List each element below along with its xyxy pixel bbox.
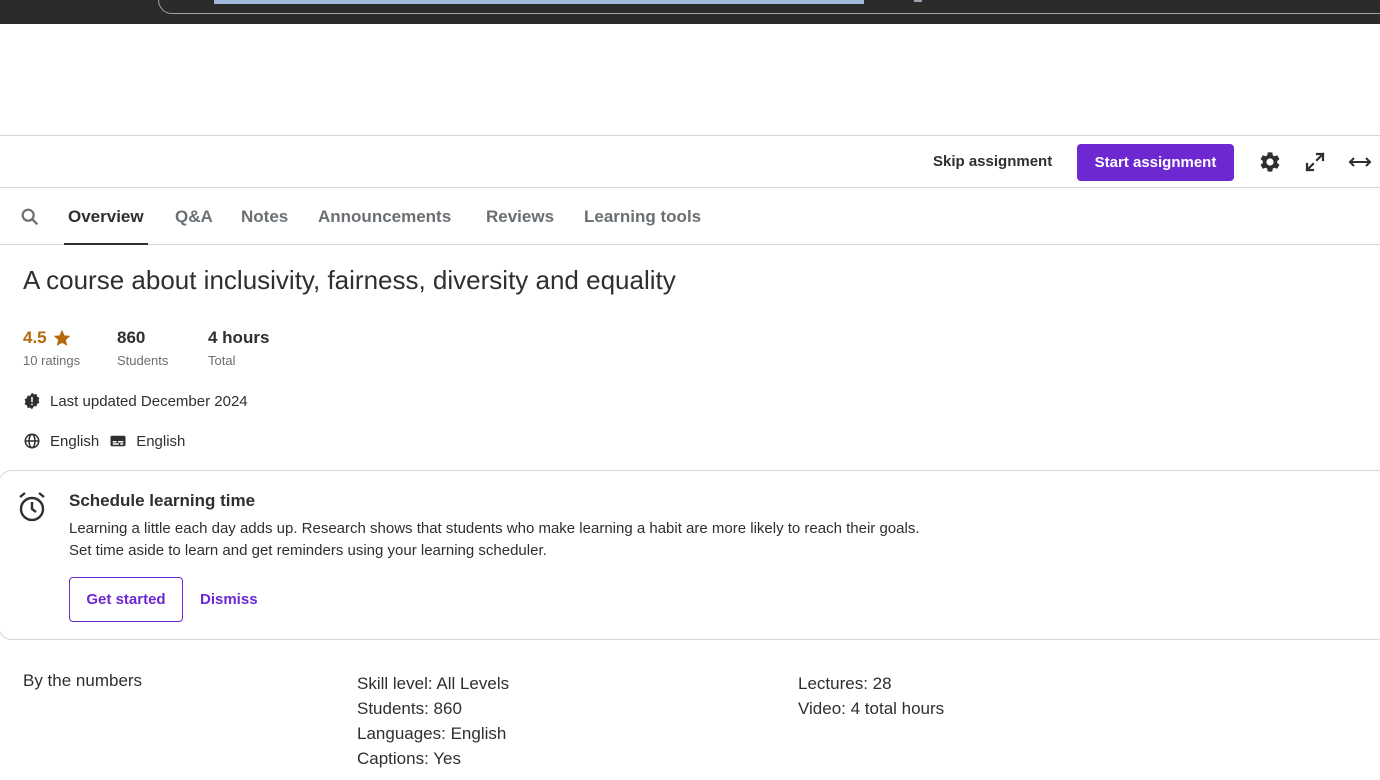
course-title: A course about inclusivity, fairness, di… — [23, 265, 676, 295]
video-item: Video: 4 total hours — [798, 699, 945, 718]
globe-icon — [24, 433, 40, 449]
schedule-learning-card: Schedule learning time Learning a little… — [0, 470, 1380, 640]
text-selection-highlight — [214, 0, 864, 4]
numbers-column-1: Skill level: All Levels Students: 860 La… — [357, 671, 509, 771]
dismiss-button[interactable]: Dismiss — [191, 577, 267, 622]
horizontal-arrows-icon[interactable] — [1347, 149, 1373, 175]
skill-level-item: Skill level: All Levels — [357, 674, 510, 693]
browser-chrome-strip — [0, 0, 1380, 24]
duration-label: Total — [208, 353, 236, 368]
gear-icon[interactable] — [1257, 149, 1283, 175]
schedule-card-body: Learning a little each day adds up. Rese… — [69, 518, 919, 562]
skip-assignment-button[interactable]: Skip assignment — [924, 144, 1061, 180]
alarm-clock-icon — [16, 491, 48, 528]
tab-learning-tools[interactable]: Learning tools — [584, 189, 701, 244]
assignment-bar: Skip assignment Start assignment — [0, 135, 1380, 188]
tab-announcements[interactable]: Announcements — [318, 189, 451, 244]
captions-item: Captions: Yes — [357, 749, 461, 768]
tab-reviews[interactable]: Reviews — [486, 189, 554, 244]
last-updated-text: Last updated December 2024 — [50, 392, 248, 410]
rating-stat: 4.5 10 ratings — [23, 328, 80, 368]
schedule-card-line-1: Learning a little each day adds up. Rese… — [69, 520, 920, 537]
tab-overview[interactable]: Overview — [64, 189, 148, 245]
lectures-item: Lectures: 28 — [798, 674, 892, 693]
course-tabs: Overview Q&A Notes Announcements Reviews… — [0, 189, 1380, 245]
language-text: English — [50, 432, 100, 450]
alert-badge-icon — [24, 392, 40, 410]
duration-value: 4 hours — [208, 328, 270, 347]
start-assignment-button[interactable]: Start assignment — [1077, 144, 1234, 181]
address-bar-mark — [914, 0, 922, 2]
students-stat: 860 Students — [117, 328, 168, 368]
get-started-button[interactable]: Get started — [69, 577, 183, 622]
students-label: Students — [117, 353, 169, 368]
rating-value: 4.5 — [23, 328, 47, 347]
by-the-numbers-label: By the numbers — [23, 671, 143, 690]
language-row: English English — [23, 432, 185, 450]
expand-icon[interactable] — [1302, 149, 1328, 175]
languages-item: Languages: English — [357, 724, 507, 743]
duration-stat: 4 hours Total — [208, 328, 269, 368]
search-icon[interactable] — [19, 206, 41, 228]
rating-count: 10 ratings — [23, 353, 81, 368]
captions-icon — [110, 435, 126, 447]
schedule-card-title: Schedule learning time — [69, 491, 256, 510]
students-value: 860 — [117, 328, 146, 347]
star-icon — [53, 329, 70, 346]
schedule-card-line-2: Set time aside to learn and get reminder… — [69, 542, 547, 559]
numbers-column-2: Lectures: 28 Video: 4 total hours — [798, 671, 944, 721]
tab-qa[interactable]: Q&A — [175, 189, 213, 244]
tab-notes[interactable]: Notes — [241, 189, 288, 244]
students-item: Students: 860 — [357, 699, 462, 718]
last-updated-row: Last updated December 2024 — [23, 392, 248, 410]
captions-text: English — [136, 432, 186, 450]
